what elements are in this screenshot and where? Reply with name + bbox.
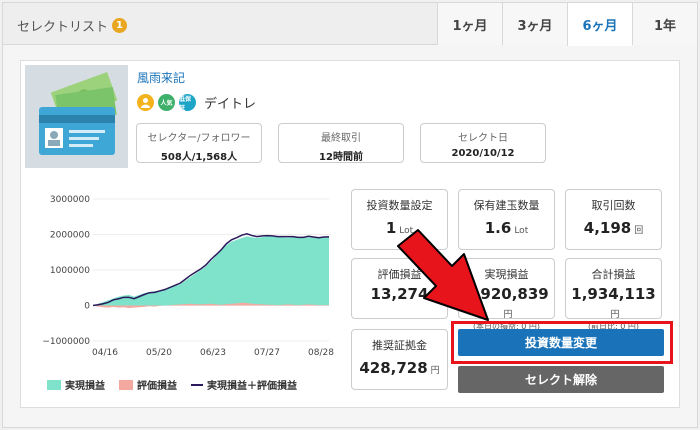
tab-1-month[interactable]: 1ヶ月 — [437, 3, 502, 45]
panel-header: セレクトリスト 1 1ヶ月 3ヶ月 6ヶ月 1年 — [3, 3, 697, 46]
profit-loss-chart: 3000000 2000000 1000000 0 −100000004/16 05/20… — [42, 195, 334, 358]
red-arrow-annotation — [397, 229, 489, 321]
last-trade-box: 最終取引 12時間前 — [278, 123, 404, 163]
metric-value: 4,198 回 — [583, 219, 644, 237]
id-card-money-icon — [25, 65, 128, 168]
trade-style: デイトレ — [204, 97, 257, 112]
trade-count-box: 取引回数 4,198 回 — [565, 189, 662, 250]
metric-value: 428,728 円 — [359, 359, 440, 377]
popular-badge: 人気 — [158, 94, 175, 111]
tab-1-year[interactable]: 1年 — [632, 3, 697, 45]
x-tick-label: 04/16 — [92, 348, 118, 358]
legend-unrealized: 評価損益 — [119, 377, 177, 392]
metric-label: 投資数量設定 — [366, 199, 433, 212]
chart-legend: 実現損益 評価損益 実現損益＋評価損益 — [47, 377, 297, 392]
user-icon — [137, 94, 154, 111]
x-tick-label: 05/20 — [146, 348, 172, 358]
metric-label: 保有建玉数量 — [473, 199, 540, 212]
legend-total: 実現損益＋評価損益 — [191, 377, 297, 392]
low-margin-badge: 低保証 — [179, 94, 196, 112]
series-realized-area — [93, 236, 329, 306]
y-tick-label: 2000000 — [50, 231, 90, 241]
metric-value: 1,934,113円 — [571, 285, 656, 320]
margin-box: 推奨証拠金 428,728 円 — [351, 329, 448, 390]
metric-label: 合計損益 — [591, 268, 636, 281]
y-tick-label: 3000000 — [50, 195, 90, 205]
period-tabs: 1ヶ月 3ヶ月 6ヶ月 1年 — [437, 3, 697, 46]
stat-label: セレクター/フォロワー — [147, 133, 251, 144]
tab-6-months[interactable]: 6ヶ月 — [567, 3, 632, 46]
x-tick-label: 08/28 — [308, 348, 334, 358]
metric-label: 取引回数 — [591, 199, 636, 212]
highlight-box-annotation — [451, 321, 673, 364]
tab-3-months[interactable]: 3ヶ月 — [502, 3, 567, 45]
stat-value: 508人/1,568人 — [160, 152, 238, 163]
y-tick-label: 0 — [84, 302, 90, 312]
selector-follower-box: セレクター/フォロワー 508人/1,568人 — [136, 123, 262, 163]
y-tick-label: −1000000 — [42, 337, 90, 347]
y-tick-label: 1000000 — [50, 266, 90, 276]
trader-name-link[interactable]: 風雨来記 — [137, 69, 185, 86]
trader-avatar[interactable] — [25, 65, 128, 168]
legend-realized: 実現損益 — [47, 377, 105, 392]
panel-title: セレクトリスト — [17, 20, 109, 35]
x-tick-label: 07/27 — [254, 348, 280, 358]
deselect-button[interactable]: セレクト解除 — [458, 366, 664, 393]
select-date-box: セレクト日 2020/10/12 — [420, 123, 546, 163]
stat-value: 12時間前 — [319, 152, 363, 163]
trader-badges: 人気 低保証 デイトレ — [137, 93, 256, 112]
stat-label: セレクト日 — [458, 133, 508, 144]
metric-label: 推奨証拠金 — [372, 339, 427, 352]
x-tick-label: 06/23 — [200, 348, 226, 358]
total-pl-box: 合計損益 1,934,113円 (前日比: 0 円) — [565, 258, 662, 331]
stat-label: 最終取引 — [321, 133, 361, 144]
count-badge: 1 — [112, 18, 127, 33]
stat-value: 2020/10/12 — [451, 148, 515, 159]
